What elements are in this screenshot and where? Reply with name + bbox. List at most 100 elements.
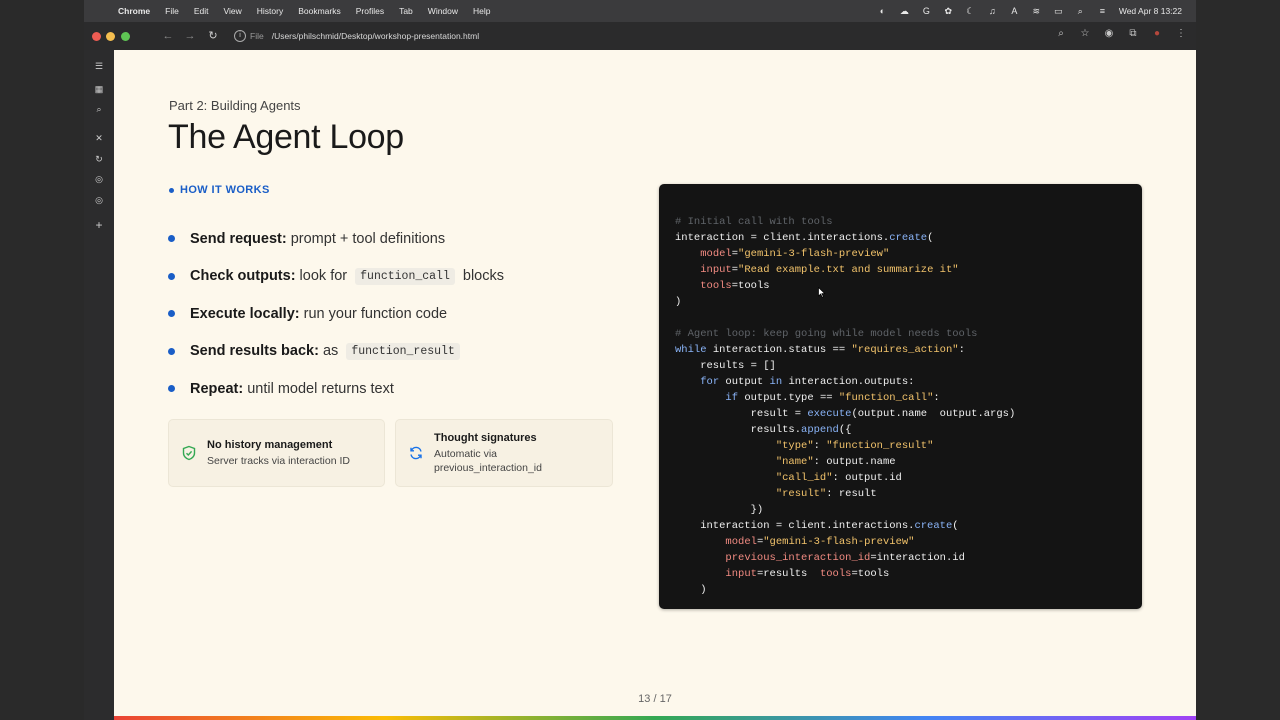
minimize-window-button[interactable]: [106, 32, 115, 41]
menu-help[interactable]: Help: [473, 6, 490, 16]
close-window-button[interactable]: [92, 32, 101, 41]
code-token: "Read example.txt and summarize it": [738, 264, 959, 276]
step-item: Repeat: until model returns text: [168, 370, 608, 408]
menu-view[interactable]: View: [223, 6, 241, 16]
code-token: "gemini-3-flash-preview": [738, 248, 890, 260]
profile-avatar[interactable]: ●: [1150, 28, 1164, 39]
grid-icon[interactable]: ▦: [93, 83, 105, 95]
menu-app-name[interactable]: Chrome: [118, 6, 150, 16]
refresh-panel-icon[interactable]: ↻: [93, 153, 105, 165]
search-panel-icon[interactable]: ⌕: [93, 103, 105, 115]
forward-icon[interactable]: →: [182, 28, 198, 44]
code-line: input="Read example.txt and summarize it…: [675, 262, 1015, 278]
browser-toolbar: ← → ↻ i File /Users/philschmid/Desktop/w…: [84, 22, 1196, 50]
code-token: =results: [756, 568, 820, 580]
extension-icon[interactable]: ✿: [943, 6, 954, 17]
code-token: tools: [819, 568, 852, 580]
control-center-icon[interactable]: ≡: [1097, 6, 1108, 17]
code-token: interaction = client.interactions.: [675, 232, 890, 244]
sync-icon: [410, 446, 422, 460]
code-token: for: [700, 376, 720, 388]
chrome-tab-icon[interactable]: ◎: [93, 173, 105, 185]
card-description: Automatic via previous_interaction_id: [434, 447, 542, 474]
code-token: input: [700, 264, 732, 276]
menu-history[interactable]: History: [257, 6, 283, 16]
menu-edit[interactable]: Edit: [194, 6, 209, 16]
code-token: }): [675, 504, 764, 516]
code-token: (output.name output.args): [851, 408, 1016, 420]
menu-profiles[interactable]: Profiles: [356, 6, 384, 16]
site-info-icon[interactable]: i: [234, 30, 246, 42]
reload-icon[interactable]: ↻: [205, 28, 221, 44]
list-icon[interactable]: ☰: [93, 60, 105, 72]
wifi-icon[interactable]: ≋: [1031, 6, 1042, 17]
bookmark-star-icon[interactable]: ☆: [1078, 28, 1092, 39]
keyboard-input-icon[interactable]: A: [1009, 6, 1020, 17]
code-token: output: [719, 376, 770, 388]
menu-file[interactable]: File: [165, 6, 179, 16]
fullscreen-window-button[interactable]: [121, 32, 130, 41]
menu-window[interactable]: Window: [428, 6, 458, 16]
step-text-after: blocks: [458, 268, 504, 285]
step-label: Repeat:: [190, 380, 244, 397]
info-card-history: No history management Server tracks via …: [168, 419, 385, 487]
code-line: ): [675, 582, 1015, 598]
code-line: interaction = client.interactions.create…: [675, 518, 1015, 534]
code-token: interaction = client.interactions.: [675, 520, 915, 532]
code-token: ): [675, 296, 682, 308]
step-item: Send results back: as function_result: [168, 333, 608, 371]
code-token: "gemini-3-flash-preview": [763, 536, 915, 548]
step-text: prompt + tool definitions: [286, 230, 446, 247]
vpn-icon[interactable]: ◐: [877, 6, 888, 17]
code-token: result =: [675, 408, 808, 420]
code-token: :: [958, 344, 965, 356]
google-icon[interactable]: G: [921, 6, 932, 17]
moon-icon[interactable]: ☾: [965, 6, 976, 17]
card-title: No history management: [207, 438, 333, 451]
side-panel: ☰ ▦ ⌕ ✕ ↻ ◎ ◎ +: [84, 50, 114, 720]
step-label: Check outputs:: [190, 268, 296, 285]
code-token: =tools: [731, 280, 770, 292]
code-line: model="gemini-3-flash-preview": [675, 534, 1015, 550]
code-line: previous_interaction_id=interaction.id: [675, 550, 1015, 566]
more-menu-icon[interactable]: ⋮: [1174, 28, 1188, 39]
code-token: append: [801, 424, 839, 436]
code-token: :: [813, 440, 827, 452]
code-token: =interaction.id: [870, 552, 965, 564]
code-token: : result: [826, 488, 877, 500]
back-icon[interactable]: ←: [160, 28, 176, 44]
menu-tab[interactable]: Tab: [399, 6, 413, 16]
clock[interactable]: Wed Apr 8 13:22: [1119, 6, 1182, 16]
code-token: =tools: [851, 568, 890, 580]
step-item: Send request: prompt + tool definitions: [168, 220, 608, 258]
camera-extension-icon[interactable]: ◉: [1102, 28, 1116, 39]
code-token: (: [927, 232, 934, 244]
cloud-icon[interactable]: ☁: [899, 6, 910, 17]
code-line: model="gemini-3-flash-preview": [675, 246, 1015, 262]
url-text[interactable]: /Users/philschmid/Desktop/workshop-prese…: [272, 31, 479, 41]
slide: Part 2: Building Agents The Agent Loop H…: [114, 50, 1196, 716]
page-number: 13 / 17: [638, 693, 672, 705]
add-icon[interactable]: +: [93, 219, 105, 231]
address-bar[interactable]: i File /Users/philschmid/Desktop/worksho…: [234, 28, 614, 44]
chrome-tab-icon-2[interactable]: ◎: [93, 194, 105, 206]
zoom-icon[interactable]: ⌕: [1054, 28, 1068, 39]
close-panel-icon[interactable]: ✕: [93, 132, 105, 144]
code-line: }): [675, 502, 1015, 518]
battery-icon[interactable]: ▭: [1053, 6, 1064, 17]
search-icon[interactable]: ⌕: [1075, 6, 1086, 17]
extensions-icon[interactable]: ⧉: [1126, 28, 1140, 39]
code-token: tools: [700, 280, 732, 292]
menu-bookmarks[interactable]: Bookmarks: [298, 6, 341, 16]
code-token: interaction.status ==: [706, 344, 852, 356]
music-icon[interactable]: ♫: [987, 6, 998, 17]
code-line: results.append({: [675, 422, 1015, 438]
